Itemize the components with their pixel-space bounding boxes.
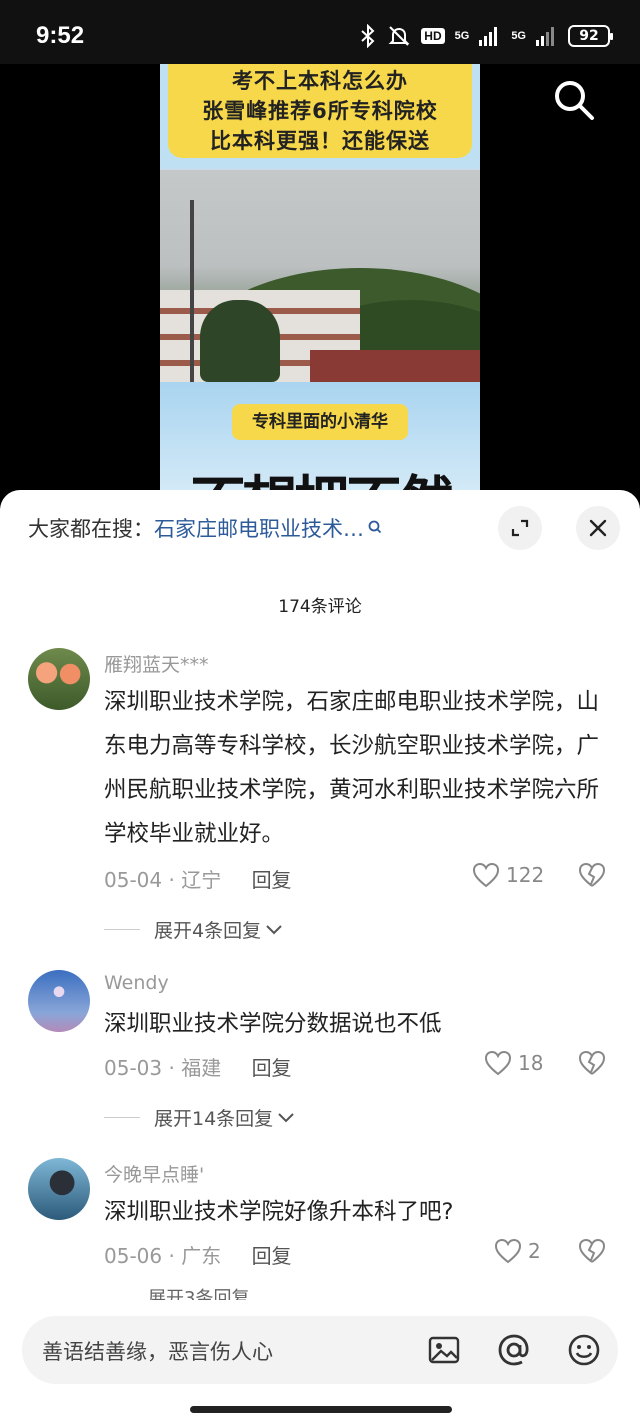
banner-line-1: 考不上本科怎么办 (232, 69, 408, 93)
close-icon (589, 519, 607, 537)
dislike-icon[interactable] (578, 1238, 606, 1264)
avatar[interactable] (28, 970, 90, 1032)
video-banner: 考不上本科怎么办 张雪峰推荐6所专科院校 比本科更强！还能保送 (160, 64, 480, 168)
comment-username[interactable]: 雁翔蓝天*** (104, 650, 209, 677)
comment-text: 深圳职业技术学院分数据说也不低 (104, 1011, 442, 1037)
expand-icon (511, 519, 529, 537)
status-time: 9:52 (36, 22, 85, 49)
comment-date: 05-04 (104, 868, 163, 892)
search-icon[interactable] (550, 76, 598, 124)
comment-username[interactable]: 今晚早点睡' (104, 1160, 204, 1187)
chevron-down-icon (266, 924, 282, 934)
comment-sheet: 大家都在搜： 石家庄邮电职业技术… 174条评论 雁翔蓝天*** 深圳职业技术学… (0, 490, 640, 1424)
reply-button[interactable]: 回复 (252, 1056, 292, 1080)
input-placeholder: 善语结善缘，恶言伤人心 (42, 1340, 273, 1364)
comment-meta: 05-03 · 福建 回复 (104, 1056, 292, 1080)
trending-query[interactable]: 石家庄邮电职业技术… (154, 513, 364, 543)
comment-location: 广东 (181, 1244, 222, 1268)
video-lower-panel: 专科里面的小清华 不想把不然 (160, 382, 480, 504)
comment-text: 深圳职业技术学院，石家庄邮电职业技术学院，山东电力高等专科学校，长沙航空职业技术… (104, 689, 600, 847)
like-count: 18 (518, 1051, 544, 1075)
reply-button[interactable]: 回复 (252, 868, 292, 892)
mention-button[interactable] (496, 1332, 532, 1368)
expand-replies-partial[interactable]: 展开3条回复 (148, 1286, 249, 1300)
comment-username[interactable]: Wendy (104, 972, 169, 994)
signal-icon (479, 27, 498, 46)
image-button[interactable] (426, 1332, 462, 1368)
heart-icon (472, 862, 500, 888)
expand-replies[interactable]: 展开4条回复 (104, 916, 283, 943)
home-indicator[interactable] (190, 1406, 452, 1413)
campus-photo (160, 170, 480, 468)
status-bar: 9:52 HD 5G 5G 92 (0, 0, 640, 64)
bell-muted-icon (388, 26, 410, 46)
bluetooth-icon (361, 24, 375, 48)
comment-date: 05-03 (104, 1056, 163, 1080)
comment-meta: 05-04 · 辽宁 回复 (104, 868, 292, 892)
status-icons: HD 5G 5G 92 (359, 24, 613, 48)
small-search-icon (368, 520, 382, 534)
video-tag: 专科里面的小清华 (232, 404, 408, 440)
like-button[interactable]: 122 (472, 862, 544, 888)
dislike-icon[interactable] (578, 862, 606, 888)
signal-icon-2 (536, 27, 554, 46)
close-button[interactable] (576, 506, 620, 550)
hd-badge: HD (421, 28, 445, 44)
comment-location: 福建 (181, 1056, 222, 1080)
comment-date: 05-06 (104, 1244, 163, 1268)
comment-count: 174条评论 (278, 597, 362, 617)
network-5g-1: 5G (454, 30, 470, 42)
dislike-icon[interactable] (578, 1050, 606, 1076)
comment-text: 深圳职业技术学院好像升本科了吧? (104, 1199, 454, 1225)
reply-button[interactable]: 回复 (252, 1244, 292, 1268)
expand-replies[interactable]: 展开14条回复 (104, 1104, 295, 1131)
comment-input-bar: 善语结善缘，恶言伤人心 (0, 1302, 640, 1424)
banner-line-3: 比本科更强！还能保送 (210, 129, 430, 153)
heart-icon (484, 1050, 512, 1076)
avatar[interactable] (28, 648, 90, 710)
video-thumbnail: 考不上本科怎么办 张雪峰推荐6所专科院校 比本科更强！还能保送 专科里面的小清华… (160, 64, 480, 504)
emoji-button[interactable] (566, 1332, 602, 1368)
comment-meta: 05-06 · 广东 回复 (104, 1244, 292, 1268)
at-icon (498, 1334, 529, 1366)
like-button[interactable]: 2 (494, 1238, 541, 1264)
trending-label: 大家都在搜： (28, 517, 154, 541)
banner-line-2: 张雪峰推荐6所专科院校 (202, 99, 438, 123)
emoji-icon (568, 1334, 600, 1366)
avatar[interactable] (28, 1158, 90, 1220)
battery-indicator: 92 (568, 25, 613, 47)
comment-input[interactable]: 善语结善缘，恶言伤人心 (22, 1316, 618, 1384)
like-button[interactable]: 18 (484, 1050, 543, 1076)
comment-location: 辽宁 (181, 868, 222, 892)
expand-button[interactable] (498, 506, 542, 550)
video-player[interactable]: 考不上本科怎么办 张雪峰推荐6所专科院校 比本科更强！还能保送 专科里面的小清华… (0, 64, 640, 504)
like-count: 2 (528, 1239, 541, 1263)
like-count: 122 (506, 863, 545, 887)
heart-icon (494, 1238, 522, 1264)
chevron-down-icon (278, 1112, 294, 1122)
trending-search[interactable]: 大家都在搜： 石家庄邮电职业技术… (28, 510, 468, 546)
network-5g-2: 5G (511, 30, 526, 42)
image-icon (428, 1336, 460, 1364)
